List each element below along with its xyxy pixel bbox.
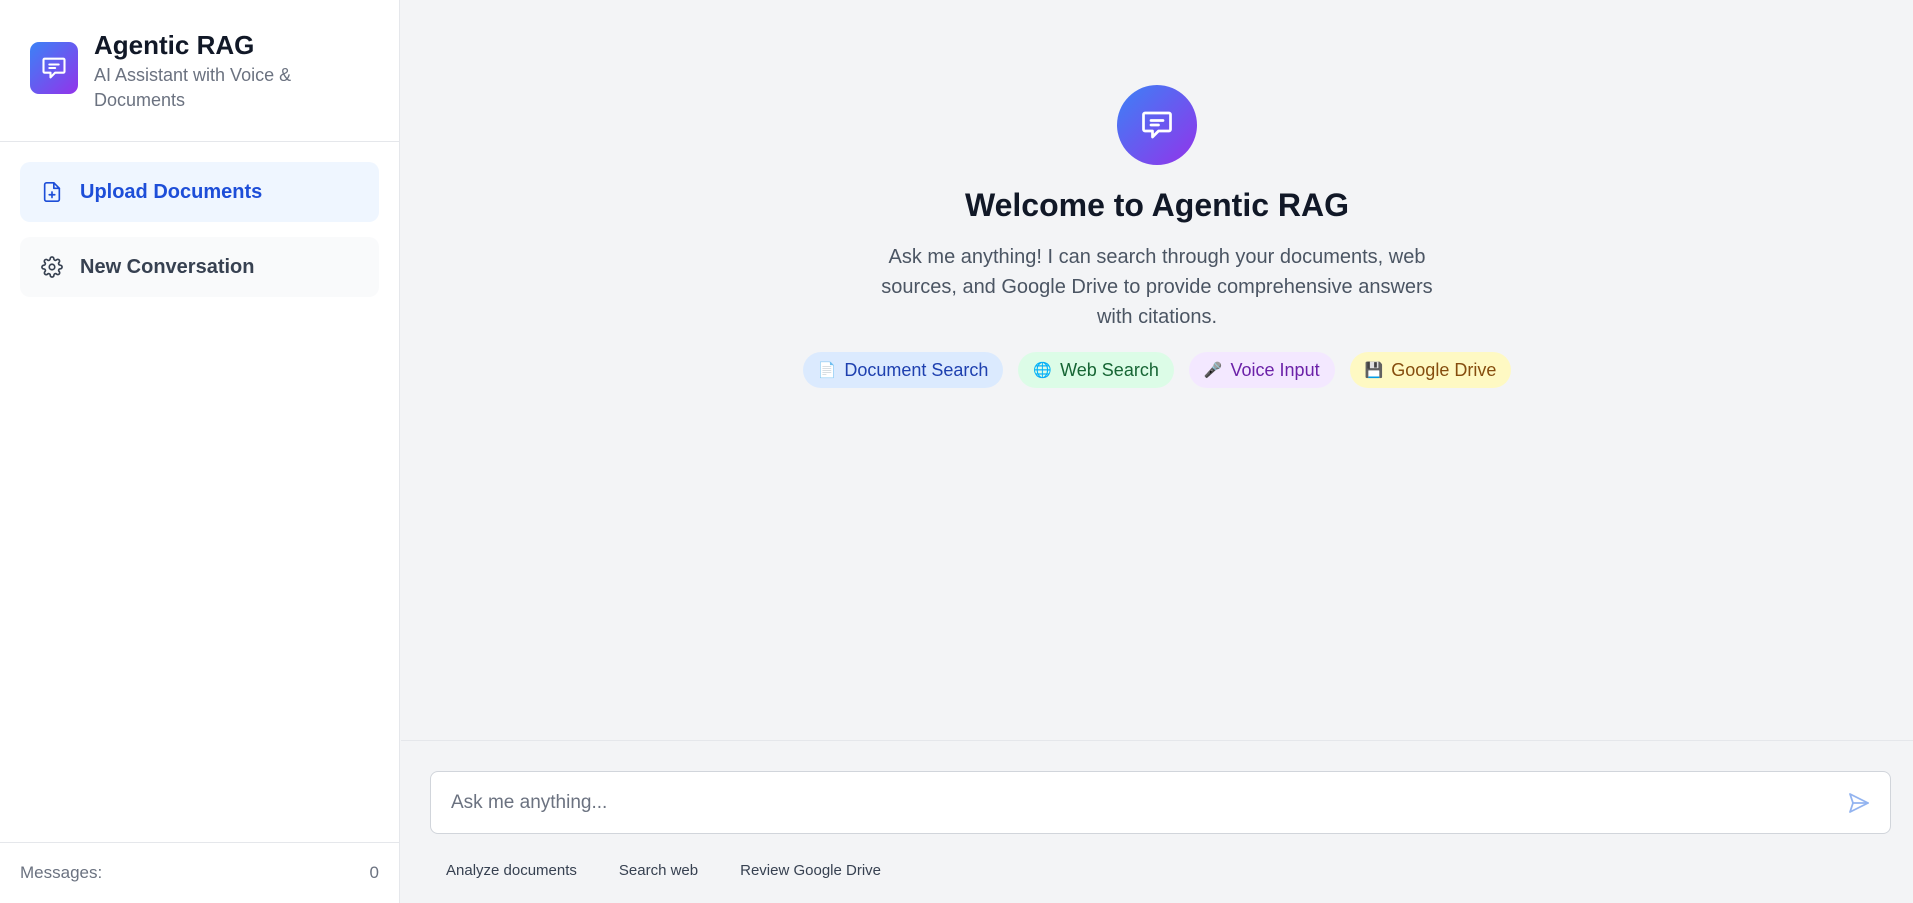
feature-chips: 📄 Document Search 🌐 Web Search 🎤 Voice I…	[802, 352, 1512, 388]
messages-label: Messages:	[20, 863, 103, 882]
feature-web-search: 🌐 Web Search	[1018, 352, 1174, 388]
sidebar: Agentic RAG AI Assistant with Voice & Do…	[0, 0, 400, 903]
send-icon	[1849, 793, 1869, 813]
send-button[interactable]	[1846, 790, 1872, 816]
chat-bubble-icon	[1117, 85, 1197, 165]
gear-icon	[40, 255, 64, 279]
new-conversation-label: New Conversation	[80, 255, 255, 278]
sidebar-footer: Messages: 0	[0, 842, 399, 903]
floppy-disk-icon: 💾	[1364, 362, 1384, 379]
app-title: Agentic RAG	[94, 30, 255, 60]
feature-label: Voice Input	[1230, 359, 1320, 380]
messages-count: 0	[369, 863, 379, 882]
suggestion-analyze-documents[interactable]: Analyze documents	[430, 853, 593, 887]
feature-google-drive: 💾 Google Drive	[1349, 352, 1512, 388]
suggestion-search-web[interactable]: Search web	[602, 853, 715, 887]
document-icon: 📄	[817, 362, 837, 379]
chat-bubble-icon	[30, 42, 78, 94]
feature-document-search: 📄 Document Search	[802, 352, 1004, 388]
welcome-title: Welcome to Agentic RAG	[964, 187, 1350, 223]
upload-documents-button[interactable]: Upload Documents	[20, 162, 379, 222]
message-input-box	[430, 771, 1891, 834]
file-plus-icon	[40, 180, 64, 204]
app-subtitle: AI Assistant with Voice & Documents	[94, 65, 292, 110]
main-area: Welcome to Agentic RAG Ask me anything! …	[401, 0, 1913, 903]
composer: Analyze documents Search web Review Goog…	[401, 740, 1913, 903]
microphone-icon: 🎤	[1203, 362, 1223, 379]
new-conversation-button[interactable]: New Conversation	[20, 237, 379, 297]
feature-label: Web Search	[1060, 359, 1159, 380]
upload-documents-label: Upload Documents	[80, 180, 263, 203]
message-input[interactable]	[431, 772, 1811, 833]
brand-header: Agentic RAG AI Assistant with Voice & Do…	[0, 0, 399, 142]
welcome-panel: Welcome to Agentic RAG Ask me anything! …	[401, 0, 1913, 740]
suggestion-review-google-drive[interactable]: Review Google Drive	[724, 853, 898, 887]
globe-icon: 🌐	[1033, 362, 1053, 379]
welcome-description: Ask me anything! I can search through yo…	[881, 246, 1433, 328]
feature-label: Google Drive	[1391, 359, 1497, 380]
feature-label: Document Search	[844, 359, 989, 380]
suggestion-list: Analyze documents Search web Review Goog…	[430, 853, 898, 887]
feature-voice-input: 🎤 Voice Input	[1188, 352, 1335, 388]
sidebar-nav: Upload Documents New Conversation	[0, 142, 399, 312]
